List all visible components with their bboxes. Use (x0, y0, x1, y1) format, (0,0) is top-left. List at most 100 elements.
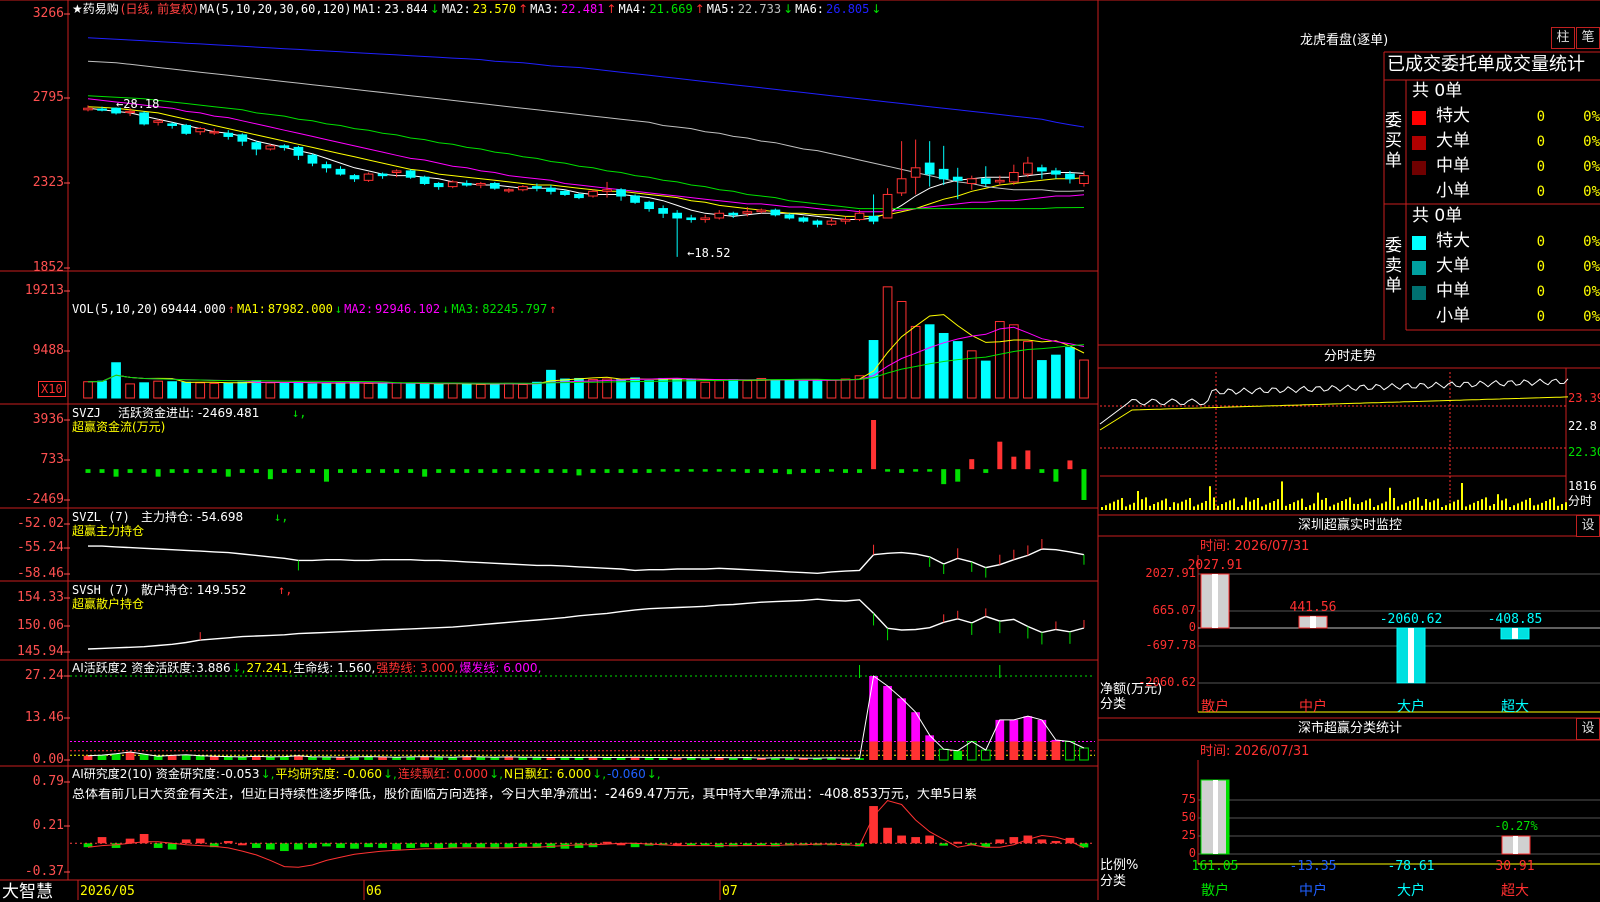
ai1-bar-mid (1079, 747, 1089, 761)
ai2-bar (911, 837, 920, 844)
svzj-bar (1081, 469, 1087, 500)
ai1-v5: 爆发线: 6.000, (459, 661, 542, 675)
date-label-1: 06 (366, 884, 382, 899)
ai2-bar (420, 843, 430, 848)
fs-volume-bar (1425, 499, 1427, 510)
candle-body (714, 212, 725, 219)
tick-view-button[interactable]: 笔 (1576, 27, 1600, 49)
volume-bar (784, 380, 795, 399)
ss-value: 30.91 (1495, 859, 1535, 874)
buy-group-row-pct: 0% (1583, 109, 1600, 125)
svzj-bar (1011, 456, 1017, 470)
ss-category: 大户 (1397, 883, 1425, 899)
svzj-bar (702, 469, 708, 472)
fs-volume-bar (1417, 497, 1419, 510)
svzj-bar (590, 469, 596, 473)
volume-bar (153, 380, 163, 399)
ma-value-3: 22.481 (561, 2, 605, 16)
sz-bar-highlight (1310, 616, 1316, 628)
sz-category: 超大 (1501, 699, 1529, 715)
svzj-bar (225, 469, 231, 477)
candle-body (924, 162, 935, 175)
fs-volume-bar (1297, 500, 1299, 510)
y-tick-label-vol: 19213 (24, 283, 64, 298)
bar-view-button[interactable]: 柱 (1551, 27, 1575, 49)
candle-body (489, 182, 500, 189)
ai1-v2: 27.241, (246, 661, 293, 675)
ai2-bar (518, 843, 528, 848)
vol-ma-arrow-3: ↑ (549, 302, 557, 316)
ai2-bar (280, 843, 289, 852)
ai2-v3: 连续飘红: 0.000 (397, 767, 489, 781)
ss-bar-pct: -0.27% (1494, 819, 1538, 833)
ss-y-tick: 25 (1181, 828, 1196, 842)
fs-volume-bar (1189, 498, 1191, 510)
svzj-bar (688, 469, 694, 472)
svzj-bar (941, 469, 947, 485)
svzj-bar (239, 469, 245, 473)
fs-tick-price: 23.39 (1568, 391, 1600, 405)
svzj-bar (927, 469, 933, 472)
ma-label-3: MA3: (530, 2, 560, 16)
candle-body (882, 193, 893, 219)
volume-bar (279, 382, 290, 399)
fs-volume-bar (1409, 501, 1411, 510)
volume-bar (209, 382, 220, 399)
lh-title: 龙虎看盘(逐单) (1300, 33, 1389, 48)
vol-value: 69444.000 (160, 302, 226, 316)
svzj-arrow: ↓, (292, 406, 307, 420)
sz-category: 大户 (1397, 699, 1425, 715)
volume-bar (518, 383, 528, 399)
fs-volume-bar (1449, 503, 1451, 510)
ai1-a1: ↓, (231, 661, 246, 675)
y-tick-label-svzj: 733 (40, 452, 64, 467)
ss-settings-button[interactable]: 设 (1576, 718, 1600, 740)
low-price-label: ←18.52 (687, 245, 731, 260)
fs-volume-bar (1469, 504, 1471, 510)
ma-line-ma60 (87, 60, 1085, 192)
vol-arrow: ↑ (227, 302, 235, 316)
svzj-bar (394, 469, 400, 473)
candle-body (195, 128, 206, 133)
fs-volume-bar (1509, 507, 1511, 510)
svzj-bar (857, 469, 863, 473)
volume-bar (882, 286, 893, 399)
ma-arrow-2: ↑ (518, 2, 529, 16)
svzj-bar (436, 469, 442, 473)
candle-body (784, 214, 795, 219)
svzj-bar (716, 469, 722, 472)
candle-body (1008, 172, 1019, 183)
y-tick-label-main: 2795 (32, 90, 64, 105)
fs-volume-bar (1145, 497, 1147, 510)
svzj-bar (1067, 460, 1073, 470)
candle-body (700, 217, 711, 221)
fs-volume-bar (1209, 486, 1211, 510)
fs-volume-bar (1121, 498, 1123, 510)
ma-label-5: MA5: (706, 2, 736, 16)
fs-volume-bar (1521, 501, 1523, 510)
sell-group-swatch-1 (1412, 261, 1426, 275)
svzj-bar (885, 469, 891, 472)
volume-bar (910, 325, 921, 399)
ai2-v4: N日飘红: 6.000 (503, 767, 592, 781)
ai2-bar (364, 843, 373, 848)
sz-bar-value: -2060.62 (1379, 612, 1443, 627)
buy-group-row-count: 0 (1536, 159, 1545, 175)
vol-ma1-line (87, 314, 1085, 385)
fs-tick-vol: 1816 (1568, 479, 1597, 493)
fs-volume-bar (1561, 504, 1563, 510)
volume-bar (475, 383, 486, 399)
y-tick-label-ai1: 0.00 (32, 752, 64, 767)
sz-settings-button[interactable]: 设 (1576, 515, 1600, 537)
buy-group-swatch-2 (1412, 161, 1426, 175)
fs-volume-bar (1137, 491, 1139, 510)
ai1-bar (111, 753, 121, 760)
candle-body (153, 120, 163, 123)
svzj-bar (366, 469, 372, 473)
fs-volume-bar (1565, 502, 1567, 510)
candle-body (588, 190, 598, 197)
svzj-bar (309, 469, 315, 473)
svzj-bar (913, 469, 919, 472)
y-tick-label-svzl: -52.02 (17, 516, 64, 531)
candle-body (405, 170, 416, 178)
